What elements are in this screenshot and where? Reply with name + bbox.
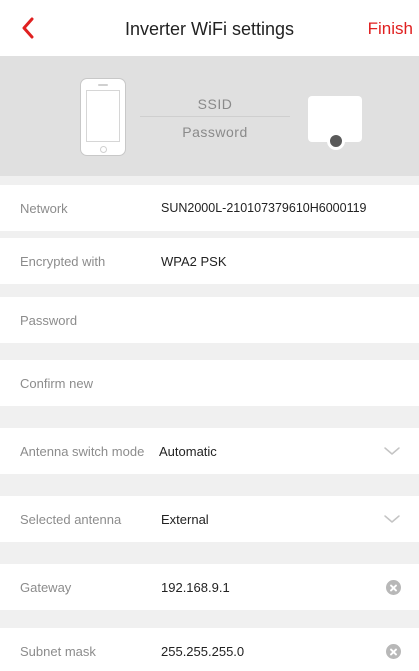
selected-antenna-row[interactable]: Selected antenna External xyxy=(0,496,419,542)
password-caption: Password xyxy=(182,124,248,140)
network-value: SUN2000L-210107379610H6000119 xyxy=(161,201,367,215)
network-label: Network xyxy=(20,200,68,216)
subnet-label: Subnet mask xyxy=(20,643,96,659)
network-row: Network SUN2000L-210107379610H6000119 xyxy=(0,185,419,231)
password-label: Password xyxy=(20,312,78,328)
subnet-field[interactable]: 255.255.255.0 xyxy=(161,644,244,659)
antenna-mode-label: Antenna switch mode xyxy=(20,443,145,459)
confirm-password-field[interactable] xyxy=(161,370,391,396)
selected-antenna-label: Selected antenna xyxy=(20,511,122,527)
chevron-down-icon[interactable] xyxy=(383,511,401,527)
gateway-field[interactable]: 192.168.9.1 xyxy=(161,580,230,595)
password-field[interactable] xyxy=(161,307,391,333)
antenna-mode-row[interactable]: Antenna switch mode Automatic xyxy=(0,428,419,474)
encryption-row: Encrypted with WPA2 PSK xyxy=(0,238,419,284)
connection-line xyxy=(140,116,290,117)
chevron-down-icon[interactable] xyxy=(383,443,401,459)
page-title: Inverter WiFi settings xyxy=(124,19,295,39)
inverter-icon xyxy=(308,96,362,150)
selected-antenna-value: External xyxy=(161,511,209,527)
top-bar: Inverter WiFi settings Finish xyxy=(0,0,419,56)
connection-illustration: SSID Password xyxy=(0,56,419,176)
password-row: Password xyxy=(0,297,419,343)
encryption-value: WPA2 PSK xyxy=(161,253,227,269)
ssid-caption: SSID xyxy=(197,96,233,112)
clear-icon[interactable] xyxy=(386,644,401,659)
antenna-mode-value: Automatic xyxy=(159,443,217,459)
confirm-label: Confirm new xyxy=(20,375,93,391)
finish-button[interactable]: Finish xyxy=(368,19,413,39)
confirm-row: Confirm new xyxy=(0,360,419,406)
gateway-label: Gateway xyxy=(20,579,72,595)
encryption-label: Encrypted with xyxy=(20,253,106,269)
clear-icon[interactable] xyxy=(386,580,401,595)
gateway-row: Gateway 192.168.9.1 xyxy=(0,564,419,610)
phone-icon xyxy=(80,78,126,156)
subnet-row: Subnet mask 255.255.255.0 xyxy=(0,628,419,671)
